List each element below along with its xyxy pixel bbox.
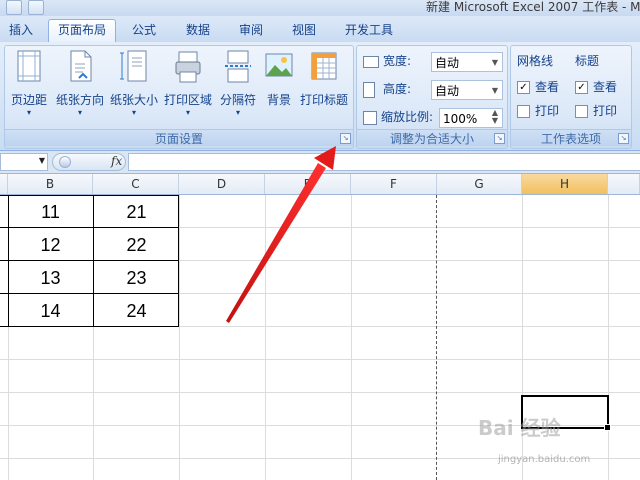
annotation-arrow-icon — [226, 146, 336, 323]
